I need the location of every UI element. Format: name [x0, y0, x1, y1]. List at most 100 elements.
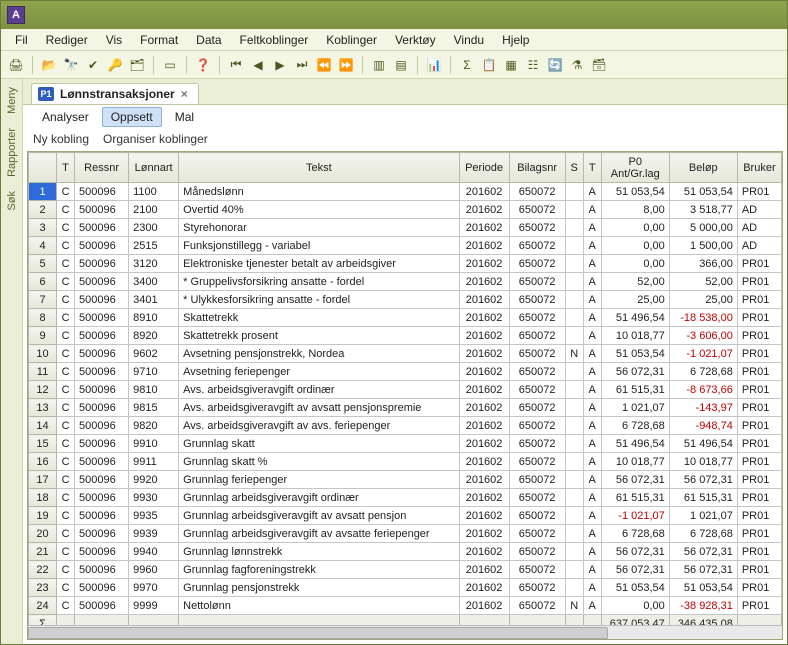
cell[interactable]: 500096 [75, 363, 129, 381]
cell[interactable]: Grunnlag feriepenger [179, 471, 459, 489]
cell[interactable]: C [57, 399, 75, 417]
cell[interactable]: 1 021,07 [669, 507, 737, 525]
table-header-row[interactable]: TRessnrLønnartTekstPeriodeBilagsnrSTP0An… [29, 153, 782, 183]
cell[interactable]: PR01 [737, 291, 781, 309]
table-icon[interactable]: ▦ [502, 56, 520, 74]
cell[interactable]: 650072 [509, 363, 565, 381]
cell[interactable]: 3 [29, 219, 57, 237]
cell[interactable]: 9999 [129, 597, 179, 615]
cell[interactable]: C [57, 579, 75, 597]
cell[interactable]: 201602 [459, 273, 509, 291]
cell[interactable]: A [583, 327, 601, 345]
cell[interactable]: 650072 [509, 237, 565, 255]
col-header-0[interactable] [29, 153, 57, 183]
cell[interactable]: 3 518,77 [669, 201, 737, 219]
cell[interactable]: 201602 [459, 471, 509, 489]
cell[interactable] [565, 309, 583, 327]
cell[interactable]: Grunnlag fagforeningstrekk [179, 561, 459, 579]
cell[interactable] [565, 489, 583, 507]
table-row[interactable]: 11C5000969710Avsetning feriepenger201602… [29, 363, 782, 381]
cell[interactable]: Avs. arbeidsgiveravgift av avs. feriepen… [179, 417, 459, 435]
cell[interactable]: A [583, 471, 601, 489]
cell[interactable]: 51 496,54 [669, 435, 737, 453]
cell[interactable]: 9910 [129, 435, 179, 453]
cell[interactable]: A [583, 597, 601, 615]
cell[interactable] [565, 363, 583, 381]
cell[interactable] [565, 327, 583, 345]
cell[interactable] [565, 435, 583, 453]
cell[interactable]: 51 053,54 [669, 579, 737, 597]
cell[interactable]: 61 515,31 [601, 381, 669, 399]
cell[interactable]: 10 018,77 [669, 453, 737, 471]
cell[interactable]: 8 [29, 309, 57, 327]
cell[interactable]: A [583, 273, 601, 291]
cell[interactable]: 7 [29, 291, 57, 309]
cell[interactable]: 650072 [509, 561, 565, 579]
cell[interactable]: PR01 [737, 507, 781, 525]
cell[interactable]: 650072 [509, 255, 565, 273]
cell[interactable]: 9710 [129, 363, 179, 381]
cell[interactable]: 1 021,07 [601, 399, 669, 417]
cell[interactable]: 2515 [129, 237, 179, 255]
cell[interactable]: 9815 [129, 399, 179, 417]
cell[interactable]: -1 021,07 [601, 507, 669, 525]
cell[interactable]: C [57, 471, 75, 489]
cell[interactable]: * Gruppelivsforsikring ansatte - fordel [179, 273, 459, 291]
check-icon[interactable]: ✔ [84, 56, 102, 74]
cell[interactable]: PR01 [737, 417, 781, 435]
cell[interactable] [565, 381, 583, 399]
cell[interactable]: 500096 [75, 219, 129, 237]
cell[interactable]: A [583, 489, 601, 507]
menu-fil[interactable]: Fil [7, 31, 36, 49]
cell[interactable]: C [57, 507, 75, 525]
cell[interactable]: 201602 [459, 291, 509, 309]
cell[interactable]: 10 018,77 [601, 327, 669, 345]
cell[interactable]: 18 [29, 489, 57, 507]
cell[interactable]: 201602 [459, 417, 509, 435]
col-header-11[interactable]: Bruker [737, 153, 781, 183]
cell[interactable]: 25,00 [601, 291, 669, 309]
cell[interactable]: 56 072,31 [601, 471, 669, 489]
cell[interactable]: A [583, 237, 601, 255]
cell[interactable]: 201602 [459, 327, 509, 345]
last-icon[interactable]: ⏭ [293, 56, 311, 74]
cell[interactable]: 201602 [459, 363, 509, 381]
cell[interactable]: 500096 [75, 309, 129, 327]
cell[interactable]: Grunnlag arbeidsgiveravgift av avsatte f… [179, 525, 459, 543]
menu-data[interactable]: Data [188, 31, 229, 49]
cell[interactable]: 0,00 [601, 219, 669, 237]
cell[interactable]: -3 606,00 [669, 327, 737, 345]
cell[interactable]: Avsetning pensjonstrekk, Nordea [179, 345, 459, 363]
cell[interactable]: PR01 [737, 273, 781, 291]
cell[interactable]: A [583, 435, 601, 453]
cell[interactable]: 500096 [75, 417, 129, 435]
cell[interactable]: 12 [29, 381, 57, 399]
cell[interactable]: 56 072,31 [601, 363, 669, 381]
table-row[interactable]: 3C5000962300Styrehonorar201602650072A0,0… [29, 219, 782, 237]
cell[interactable]: 366,00 [669, 255, 737, 273]
cell[interactable]: 52,00 [601, 273, 669, 291]
cell[interactable]: PR01 [737, 309, 781, 327]
cell[interactable]: 650072 [509, 327, 565, 345]
cell[interactable]: C [57, 489, 75, 507]
data-table[interactable]: TRessnrLønnartTekstPeriodeBilagsnrSTP0An… [28, 152, 782, 625]
cell[interactable]: 23 [29, 579, 57, 597]
cell[interactable]: A [583, 525, 601, 543]
cell[interactable] [565, 561, 583, 579]
col-header-3[interactable]: Lønnart [129, 153, 179, 183]
cell[interactable]: 500096 [75, 399, 129, 417]
cell[interactable]: 201602 [459, 435, 509, 453]
cell[interactable]: -948,74 [669, 417, 737, 435]
cell[interactable]: A [583, 417, 601, 435]
copy-icon[interactable]: 📋 [480, 56, 498, 74]
cell[interactable]: 500096 [75, 597, 129, 615]
cell[interactable]: Skattetrekk [179, 309, 459, 327]
cell[interactable] [565, 525, 583, 543]
cell[interactable] [565, 219, 583, 237]
cell[interactable]: PR01 [737, 435, 781, 453]
cell[interactable]: A [583, 561, 601, 579]
cell[interactable]: 650072 [509, 471, 565, 489]
cell[interactable]: 500096 [75, 201, 129, 219]
columns-icon[interactable]: ☷ [524, 56, 542, 74]
horizontal-scrollbar[interactable] [28, 625, 782, 639]
